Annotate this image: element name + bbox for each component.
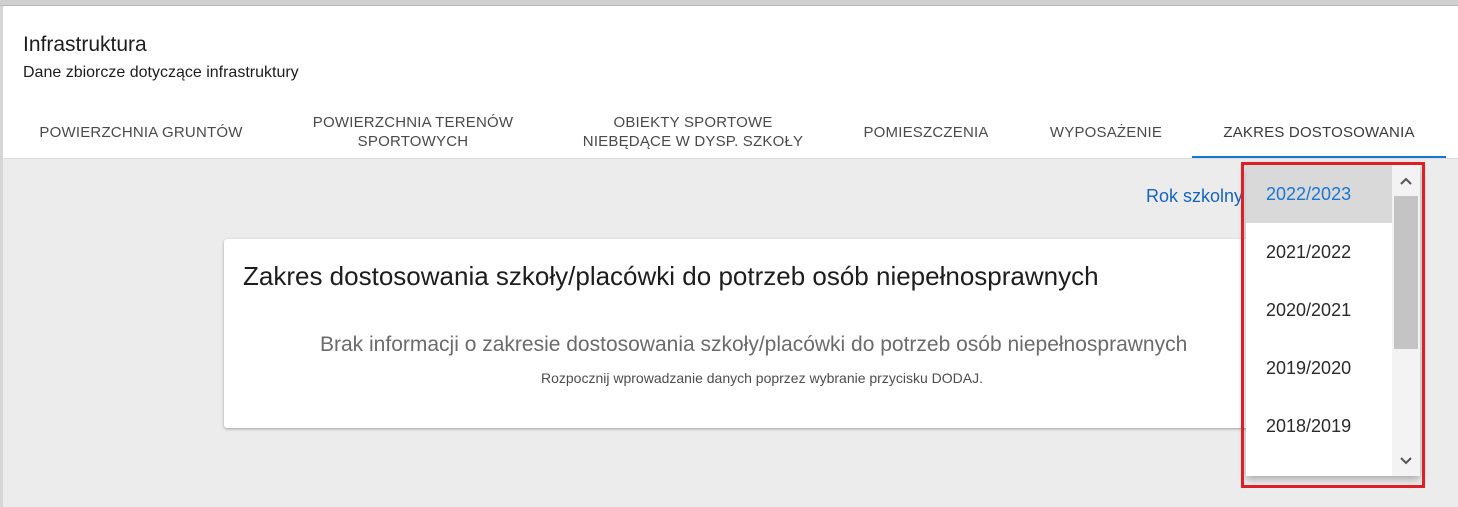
tab-powierzchnia-gruntow[interactable]: POWIERZCHNIA GRUNTÓW	[3, 105, 279, 159]
tab-label: ZAKRES DOSTOSOWANIA	[1223, 123, 1415, 141]
school-year-dropdown[interactable]: 2022/2023 2021/2022 2020/2021 2019/2020 …	[1246, 165, 1420, 476]
empty-state-hint: Rozpocznij wprowadzanie danych poprzez w…	[541, 370, 983, 386]
tab-label: WYPOSAŻENIE	[1049, 123, 1163, 141]
content-card: Zakres dostosowania szkoły/placówki do p…	[224, 239, 1264, 428]
tab-label: POWIERZCHNIA TERENÓW SPORTOWYCH	[312, 114, 514, 150]
page-subtitle: Dane zbiorcze dotyczące infrastruktury	[23, 64, 299, 81]
year-option[interactable]: 2020/2021	[1246, 281, 1392, 339]
year-option[interactable]: 2019/2020	[1246, 339, 1392, 397]
empty-state-title: Brak informacji o zakresie dostosowania …	[320, 333, 1188, 356]
tab-label: POMIESZCZENIA	[863, 123, 989, 141]
tab-pomieszczenia[interactable]: POMIESZCZENIA	[838, 105, 1014, 159]
card-title: Zakres dostosowania szkoły/placówki do p…	[243, 261, 1099, 291]
chevron-up-icon[interactable]	[1392, 167, 1420, 195]
tab-label: POWIERZCHNIA GRUNTÓW	[39, 123, 243, 141]
dropdown-scrollbar[interactable]	[1392, 165, 1420, 476]
year-option[interactable]: 2021/2022	[1246, 223, 1392, 281]
scrollbar-thumb[interactable]	[1394, 196, 1418, 349]
tab-bar: POWIERZCHNIA GRUNTÓW POWIERZCHNIA TERENÓ…	[3, 105, 1458, 159]
tab-wyposazenie[interactable]: WYPOSAŻENIE	[1023, 105, 1189, 159]
tab-label: OBIEKTY SPORTOWE NIEBĘDĄCE W DYSP. SZKOŁ…	[582, 114, 804, 150]
tab-obiekty-sportowe[interactable]: OBIEKTY SPORTOWE NIEBĘDĄCE W DYSP. SZKOŁ…	[563, 105, 823, 159]
year-option[interactable]: 2022/2023	[1246, 165, 1392, 223]
tab-powierzchnia-terenow-sportowych[interactable]: POWIERZCHNIA TERENÓW SPORTOWYCH	[288, 105, 538, 159]
tab-zakres-dostosowania[interactable]: ZAKRES DOSTOSOWANIA	[1192, 105, 1446, 159]
year-option[interactable]: 2018/2019	[1246, 397, 1392, 455]
page-title: Infrastruktura	[23, 33, 147, 56]
school-year-label[interactable]: Rok szkolny	[1146, 186, 1243, 207]
active-tab-indicator	[1192, 156, 1446, 158]
chevron-down-icon[interactable]	[1392, 447, 1420, 475]
